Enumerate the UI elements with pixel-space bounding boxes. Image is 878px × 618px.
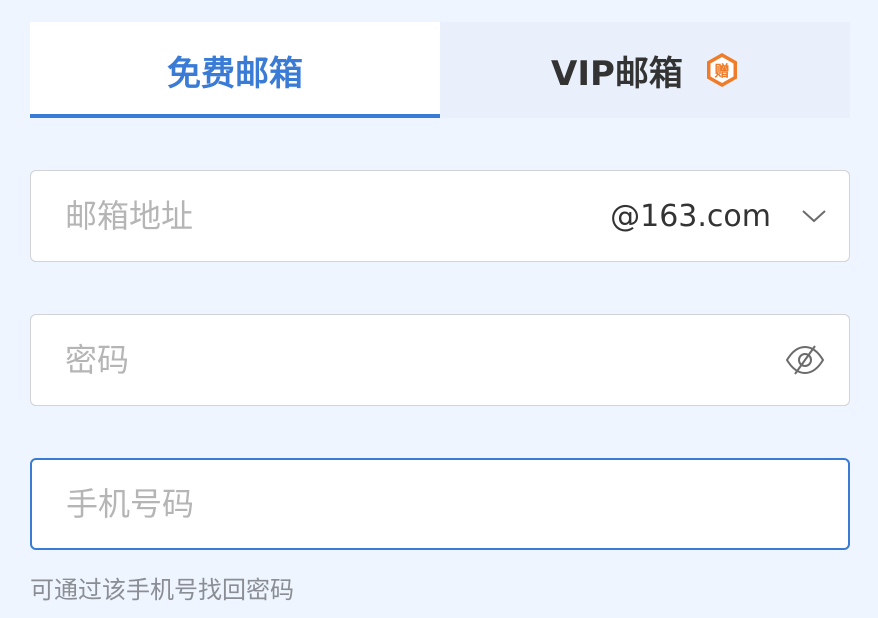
mailbox-type-tabs: 免费邮箱 VIP邮箱 赠 <box>30 22 850 118</box>
tab-free-mailbox-label: 免费邮箱 <box>167 53 303 94</box>
phone-input[interactable] <box>32 460 848 548</box>
email-domain-value: @163.com <box>610 198 771 234</box>
tab-vip-mailbox-label: VIP邮箱 <box>551 53 683 94</box>
phone-hint: 可通过该手机号找回密码 <box>30 576 294 604</box>
phone-field <box>30 458 850 550</box>
gift-badge-text: 赠 <box>714 62 729 80</box>
tab-vip-mailbox[interactable]: VIP邮箱 赠 <box>440 22 850 118</box>
email-field: @163.com <box>30 170 850 262</box>
gift-badge-icon: 赠 <box>705 52 739 88</box>
password-input[interactable] <box>31 315 849 405</box>
password-field <box>30 314 850 406</box>
eye-slash-icon[interactable] <box>785 315 825 405</box>
tab-free-mailbox[interactable]: 免费邮箱 <box>30 22 440 118</box>
email-domain-select[interactable]: @163.com <box>610 171 827 261</box>
chevron-down-icon <box>801 208 827 224</box>
